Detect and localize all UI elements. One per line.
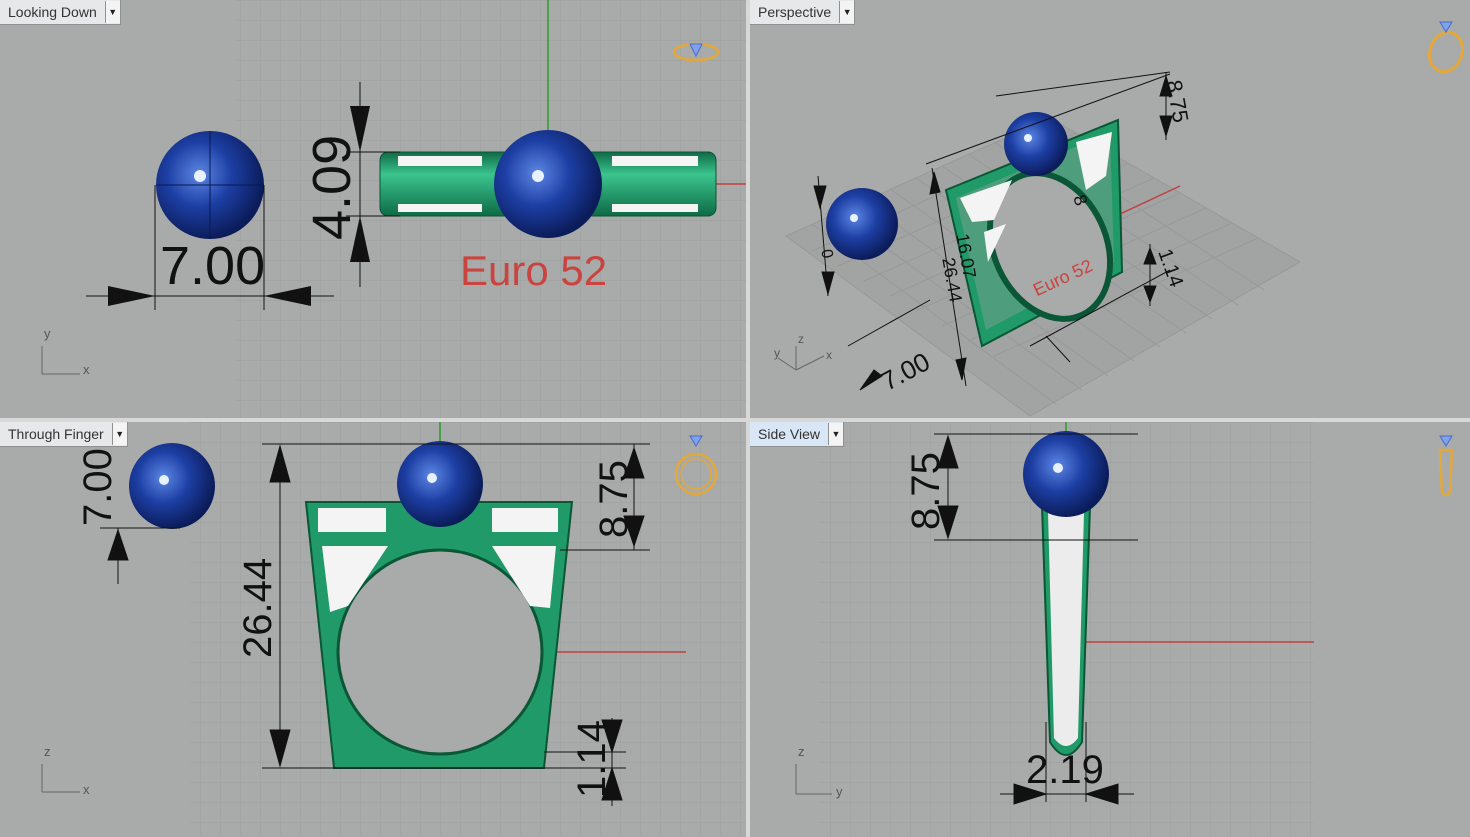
axis-label-z: z: [798, 332, 804, 346]
axis-label-y: y: [836, 784, 843, 799]
gem-sphere-2[interactable]: [826, 188, 898, 260]
axis-label-z: z: [798, 744, 805, 759]
viewport-side-view[interactable]: Side View ▼ 8.75 2.19 z y: [750, 422, 1470, 837]
axis-widget: [41, 764, 80, 793]
gem-sphere[interactable]: [1004, 112, 1068, 176]
chevron-down-icon[interactable]: ▼: [839, 1, 855, 23]
ring-navigator-icon[interactable]: [1438, 435, 1454, 497]
ring-body[interactable]: [1040, 493, 1092, 756]
axis-label-x: x: [826, 348, 832, 362]
axis-label-y: y: [44, 326, 51, 341]
viewport-side-view-canvas: [795, 422, 1454, 837]
viewport-tab-side-view[interactable]: Side View ▼: [750, 422, 845, 447]
ring-navigator-icon[interactable]: [1424, 21, 1468, 76]
axis-widget: [41, 346, 80, 375]
size-label: Euro 52: [460, 247, 608, 294]
chevron-down-icon[interactable]: ▼: [828, 423, 844, 445]
dim-label-height: 4.09: [302, 134, 362, 240]
viewport-looking-down-canvas: [41, 0, 746, 418]
dim-label-sphere: 7.00: [76, 448, 120, 526]
axis-label-y: y: [774, 346, 780, 360]
viewport-through-finger[interactable]: Through Finger ▼ 7.00 26.44 8.75 1.14 z …: [0, 422, 746, 837]
dim-label-top: 8.75: [904, 452, 948, 530]
chevron-down-icon[interactable]: ▼: [104, 1, 120, 23]
gem-sphere-2[interactable]: [129, 443, 215, 529]
dim-label-bottom: 1.14: [570, 720, 614, 798]
viewport-divider-horizontal[interactable]: [0, 418, 1470, 422]
dim-label-top: 8.75: [592, 460, 636, 538]
dim-label-width: 7.00: [160, 236, 266, 296]
axis-label-z: z: [44, 744, 51, 759]
viewport-title: Looking Down: [8, 4, 97, 20]
dim-label-width: 2.19: [1026, 748, 1104, 792]
viewport-tab-through-finger[interactable]: Through Finger ▼: [0, 422, 128, 447]
viewport-looking-down[interactable]: Looking Down ▼ 7.00 4.09 Euro 52 y x: [0, 0, 746, 418]
viewport-tab-looking-down[interactable]: Looking Down ▼: [0, 0, 121, 25]
gem-sphere[interactable]: [156, 131, 264, 239]
ring-body[interactable]: [304, 501, 574, 769]
viewport-title: Through Finger: [8, 426, 104, 442]
viewport-perspective[interactable]: Perspective ▼ 8.75 7.00 1.14 26.44 16.07…: [750, 0, 1470, 418]
chevron-down-icon[interactable]: ▼: [111, 423, 127, 445]
gem-sphere[interactable]: [1023, 431, 1109, 517]
axis-widget: [777, 346, 825, 371]
viewport-title: Perspective: [758, 4, 832, 20]
axis-label-x: x: [83, 362, 90, 377]
viewport-tab-perspective[interactable]: Perspective ▼: [750, 0, 856, 25]
viewport-title: Side View: [758, 426, 821, 442]
viewport-perspective-canvas: [777, 21, 1468, 417]
axis-label-x: x: [83, 782, 90, 797]
gem-sphere[interactable]: [397, 441, 483, 527]
dim-label-height: 26.44: [236, 557, 280, 658]
